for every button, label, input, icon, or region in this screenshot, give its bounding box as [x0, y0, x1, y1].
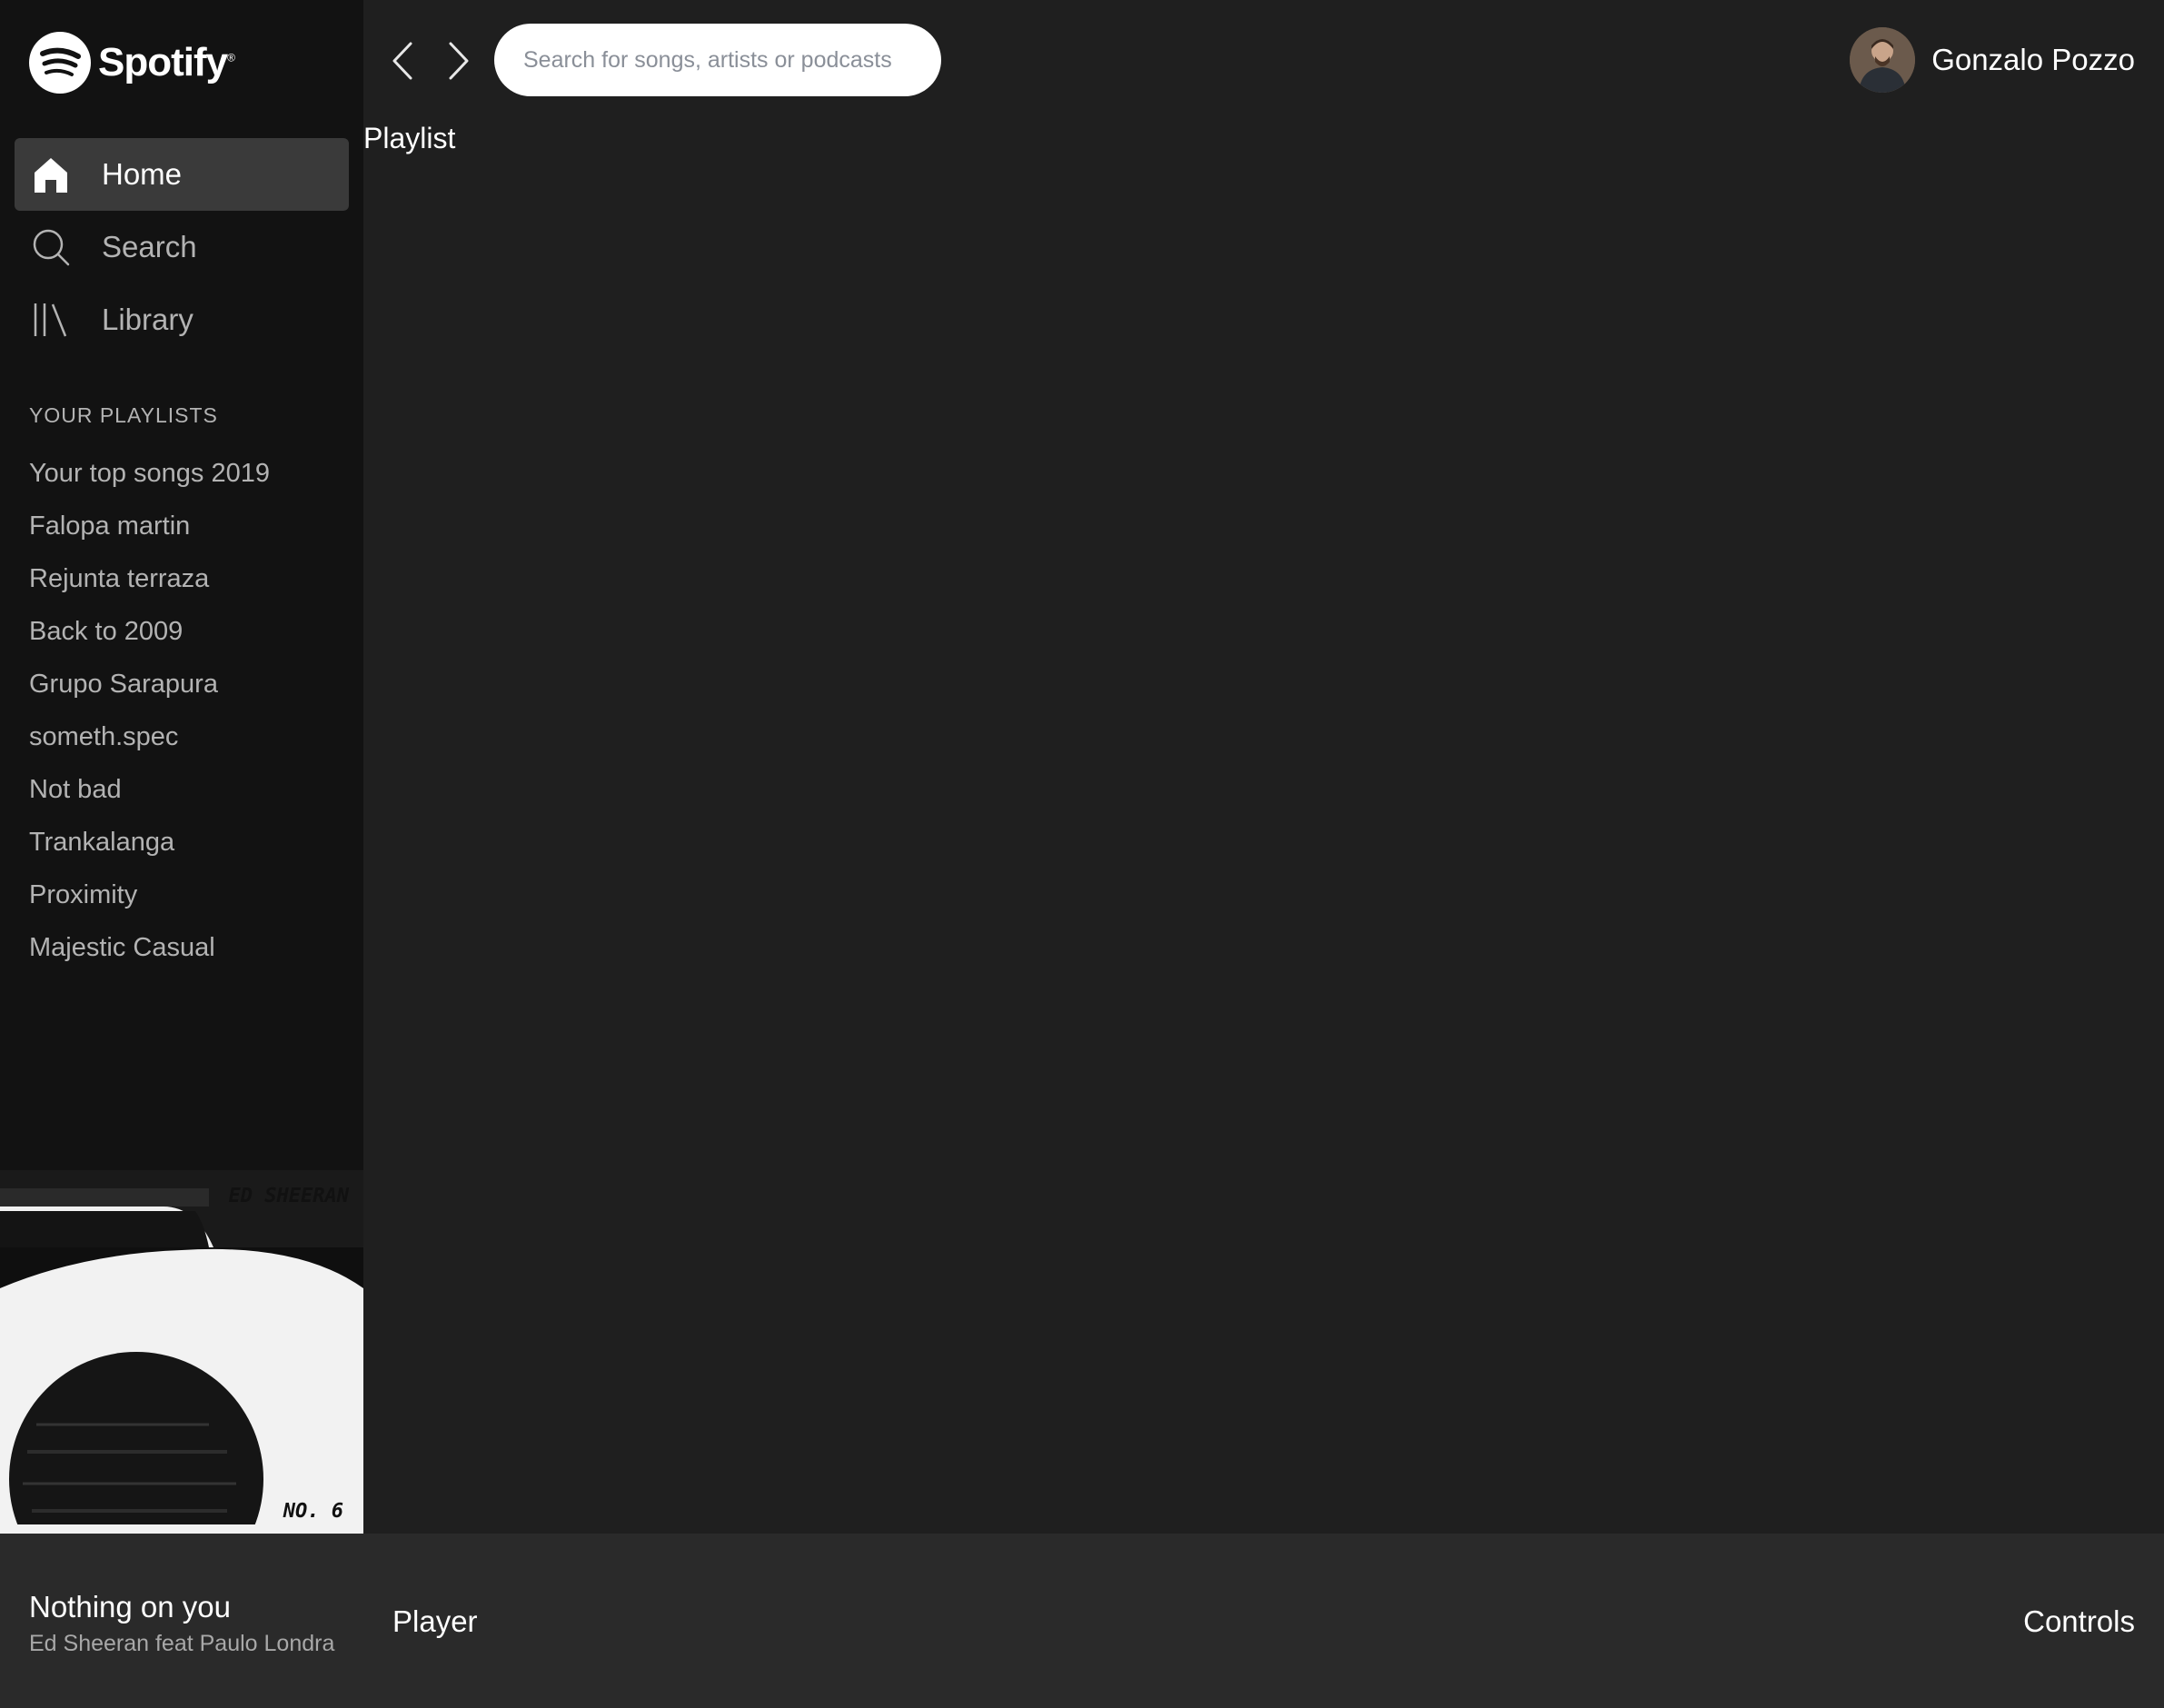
nav-item-search[interactable]: Search: [15, 211, 349, 283]
playlist-list: Your top songs 2019 Falopa martin Rejunt…: [29, 450, 270, 977]
playlist-item[interactable]: Your top songs 2019: [29, 450, 270, 502]
app-window: Spotify® Home Search Library YOUR PLAYLI…: [0, 0, 2164, 1708]
controls-placeholder-label: Controls: [2023, 1604, 2135, 1638]
chevron-right-icon: [449, 42, 469, 80]
playlist-item[interactable]: Trankalanga: [29, 819, 270, 871]
nav-item-library[interactable]: Library: [15, 283, 349, 356]
spotify-wordmark: Spotify®: [98, 40, 235, 84]
nav-item-label: Home: [102, 157, 183, 191]
track-title[interactable]: Nothing on you: [29, 1590, 231, 1624]
avatar: [1850, 27, 1916, 93]
search-input[interactable]: [494, 24, 941, 96]
now-playing-bar: Nothing on you Ed Sheeran feat Paulo Lon…: [0, 1534, 2164, 1708]
nav-item-home[interactable]: Home: [15, 138, 349, 211]
user-menu[interactable]: Gonzalo Pozzo: [1850, 27, 2135, 93]
spotify-logo[interactable]: Spotify®: [29, 31, 235, 94]
nav-item-label: Library: [102, 303, 194, 336]
player-placeholder-label: Player: [392, 1604, 478, 1638]
sidebar: Spotify® Home Search Library YOUR PLAYLI…: [0, 0, 363, 1534]
track-artist[interactable]: Ed Sheeran feat Paulo Londra: [29, 1631, 334, 1657]
user-name: Gonzalo Pozzo: [1931, 43, 2135, 76]
main-placeholder-label: Playlist: [363, 122, 456, 154]
back-button[interactable]: [385, 38, 422, 84]
playlist-item[interactable]: Grupo Sarapura: [29, 660, 270, 713]
playlist-item[interactable]: Rejunta terraza: [29, 555, 270, 608]
playlist-item[interactable]: Proximity: [29, 871, 270, 924]
nav-item-label: Search: [102, 230, 197, 263]
forward-button[interactable]: [440, 38, 476, 84]
spotify-logo-icon: [29, 32, 91, 94]
album-cover[interactable]: ED SHEERAN NO. 6: [0, 1170, 363, 1534]
search-icon: [31, 227, 71, 267]
chevron-left-icon: [392, 42, 412, 80]
home-icon: [31, 154, 71, 194]
main-nav: Home Search Library: [15, 138, 349, 356]
playlist-item[interactable]: Not bad: [29, 766, 270, 819]
library-icon: [31, 300, 71, 340]
playlist-item[interactable]: Majestic Casual: [29, 924, 270, 977]
playlist-item[interactable]: Back to 2009: [29, 608, 270, 660]
album-cover-artwork: [0, 1170, 363, 1534]
playlist-item[interactable]: Falopa martin: [29, 502, 270, 555]
top-bar: Gonzalo Pozzo: [363, 0, 2164, 122]
playlist-item[interactable]: someth.spec: [29, 713, 270, 766]
album-artist-text: ED SHEERAN: [228, 1185, 349, 1207]
album-title-text: NO. 6: [283, 1500, 343, 1523]
playlists-section-title: YOUR PLAYLISTS: [29, 403, 218, 427]
